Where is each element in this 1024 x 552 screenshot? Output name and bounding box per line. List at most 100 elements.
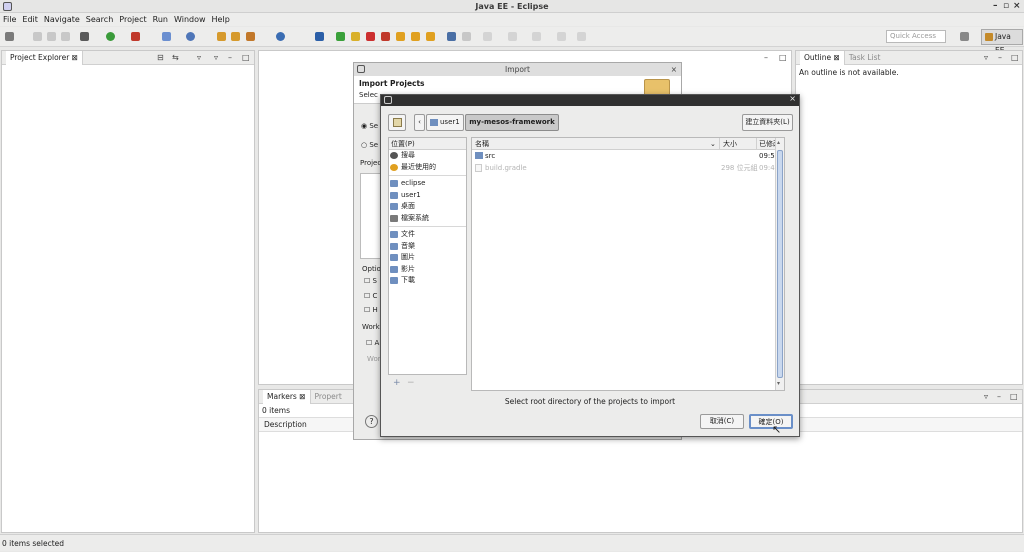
menu-edit[interactable]: Edit [19, 13, 41, 26]
new-icon[interactable] [5, 32, 14, 41]
place-videos[interactable]: 影片 [389, 264, 466, 276]
file-chooser-close-icon[interactable]: × [789, 94, 796, 103]
place-user1[interactable]: user1 [389, 190, 466, 202]
view-menu-icon[interactable]: ▿ [984, 51, 988, 65]
place-eclipse[interactable]: eclipse [389, 178, 466, 190]
radio-select-archive[interactable]: ○ Se [361, 141, 378, 149]
place-downloads[interactable]: 下載 [389, 275, 466, 287]
link-editor-icon[interactable]: ⇆ [172, 51, 179, 65]
places-header[interactable]: 位置(P) [389, 138, 466, 150]
import-close-icon[interactable]: × [671, 63, 677, 76]
menu-window[interactable]: Window [171, 13, 209, 26]
file-row[interactable]: src 09:50 [472, 150, 784, 162]
column-modified[interactable]: 已修改 [756, 138, 776, 150]
next-annotation-icon[interactable] [483, 32, 492, 41]
cancel-button[interactable]: 取消(C) [700, 414, 744, 429]
tab-markers[interactable]: Markers ⊠ [263, 390, 311, 404]
globe-icon[interactable] [276, 32, 285, 41]
column-name[interactable]: 名稱 [475, 138, 489, 150]
save-icon[interactable] [33, 32, 42, 41]
path-back-button[interactable]: ‹ [414, 114, 425, 131]
tab-task-list[interactable]: Task List [845, 53, 885, 62]
menu-help[interactable]: Help [209, 13, 233, 26]
scroll-down-icon[interactable]: ▾ [777, 380, 780, 387]
annotations-icon[interactable] [447, 32, 456, 41]
option-checkbox-2[interactable]: ☐ C [364, 292, 377, 300]
tab-properties[interactable]: Propert [311, 392, 346, 401]
place-recent[interactable]: 最近使用的 [389, 162, 466, 174]
menu-file[interactable]: File [0, 13, 19, 26]
terminate-icon[interactable] [366, 32, 375, 41]
create-folder-button[interactable]: 建立資料夾(L) [742, 114, 793, 131]
option-checkbox-1[interactable]: ☐ S [364, 277, 377, 285]
maximize-icon[interactable]: □ [1011, 51, 1019, 65]
file-row[interactable]: build.gradle 298 位元組 09:49 [472, 162, 784, 174]
open-task-icon[interactable] [231, 32, 240, 41]
place-search[interactable]: 搜尋 [389, 150, 466, 162]
run-icon[interactable] [106, 32, 115, 41]
suspend-icon[interactable] [351, 32, 360, 41]
search-icon[interactable] [246, 32, 255, 41]
disconnect-icon[interactable] [381, 32, 390, 41]
collapse-all-icon[interactable]: ⊟ [157, 51, 164, 65]
ok-button[interactable]: 確定(O) [749, 414, 793, 429]
menu-run[interactable]: Run [150, 13, 171, 26]
minimize-view-icon[interactable]: ▿ [214, 51, 218, 65]
place-filesystem[interactable]: 檔案系統 [389, 213, 466, 225]
maximize-icon[interactable]: □ [242, 51, 250, 65]
new-server-icon[interactable] [162, 32, 171, 41]
remove-bookmark-icon[interactable]: − [407, 378, 415, 388]
maximize-icon[interactable]: ▫ [1003, 0, 1009, 13]
print-icon[interactable] [61, 32, 70, 41]
menu-project[interactable]: Project [116, 13, 149, 26]
quick-access-input[interactable]: Quick Access [886, 30, 946, 43]
menu-search[interactable]: Search [83, 13, 116, 26]
view-menu-icon[interactable]: ▿ [984, 390, 988, 404]
step-return-icon[interactable] [426, 32, 435, 41]
place-pictures[interactable]: 圖片 [389, 252, 466, 264]
debug-config-icon[interactable] [80, 32, 89, 41]
minimize-icon[interactable]: – [998, 51, 1002, 65]
breadcrumb-user1[interactable]: user1 [426, 114, 464, 131]
open-type-icon[interactable] [217, 32, 226, 41]
close-icon[interactable]: × [1013, 0, 1021, 13]
forward-icon[interactable] [557, 32, 566, 41]
step-over-icon[interactable] [411, 32, 420, 41]
back-icon[interactable] [532, 32, 541, 41]
prev-annotation-icon[interactable] [508, 32, 517, 41]
scrollbar-thumb[interactable] [777, 150, 783, 378]
breadcrumb-my-mesos-framework[interactable]: my-mesos-framework [465, 114, 559, 131]
add-bookmark-icon[interactable]: + [393, 378, 401, 388]
maximize-icon[interactable]: □ [1010, 390, 1018, 404]
working-set-field[interactable]: Wor [367, 355, 381, 363]
external-tools-icon[interactable] [131, 32, 140, 41]
help-icon[interactable]: ? [365, 415, 378, 428]
file-list-scrollbar[interactable]: ▴ ▾ [775, 138, 784, 390]
editor-minimize-icon[interactable]: – [764, 53, 768, 62]
open-perspective-icon[interactable] [960, 32, 969, 41]
last-edit-icon[interactable] [577, 32, 586, 41]
resume-icon[interactable] [336, 32, 345, 41]
tab-project-explorer[interactable]: Project Explorer ⊠ [6, 51, 83, 65]
save-all-icon[interactable] [47, 32, 56, 41]
working-set-checkbox[interactable]: ☐ A [366, 339, 379, 347]
step-into-icon[interactable] [396, 32, 405, 41]
column-size[interactable]: 大小 [719, 138, 756, 150]
minimize-icon[interactable]: – [993, 0, 998, 13]
option-checkbox-3[interactable]: ☐ H [364, 306, 378, 314]
minimize-icon[interactable]: – [997, 390, 1001, 404]
skip-breakpoints-icon[interactable] [315, 32, 324, 41]
minimize-icon[interactable]: – [228, 51, 232, 65]
place-desktop[interactable]: 桌面 [389, 201, 466, 213]
web-browser-icon[interactable] [186, 32, 195, 41]
tab-outline[interactable]: Outline ⊠ [800, 51, 845, 65]
menu-navigate[interactable]: Navigate [41, 13, 83, 26]
radio-select-root[interactable]: ◉ Se [361, 122, 378, 130]
edit-path-button[interactable] [388, 114, 406, 131]
pin-icon[interactable] [462, 32, 471, 41]
editor-maximize-icon[interactable]: □ [779, 53, 787, 62]
scroll-up-icon[interactable]: ▴ [777, 139, 780, 146]
place-music[interactable]: 音樂 [389, 241, 466, 253]
perspective-java-ee-button[interactable]: Java EE [981, 29, 1023, 55]
sort-chevron-down-icon[interactable]: ⌄ [710, 138, 716, 150]
